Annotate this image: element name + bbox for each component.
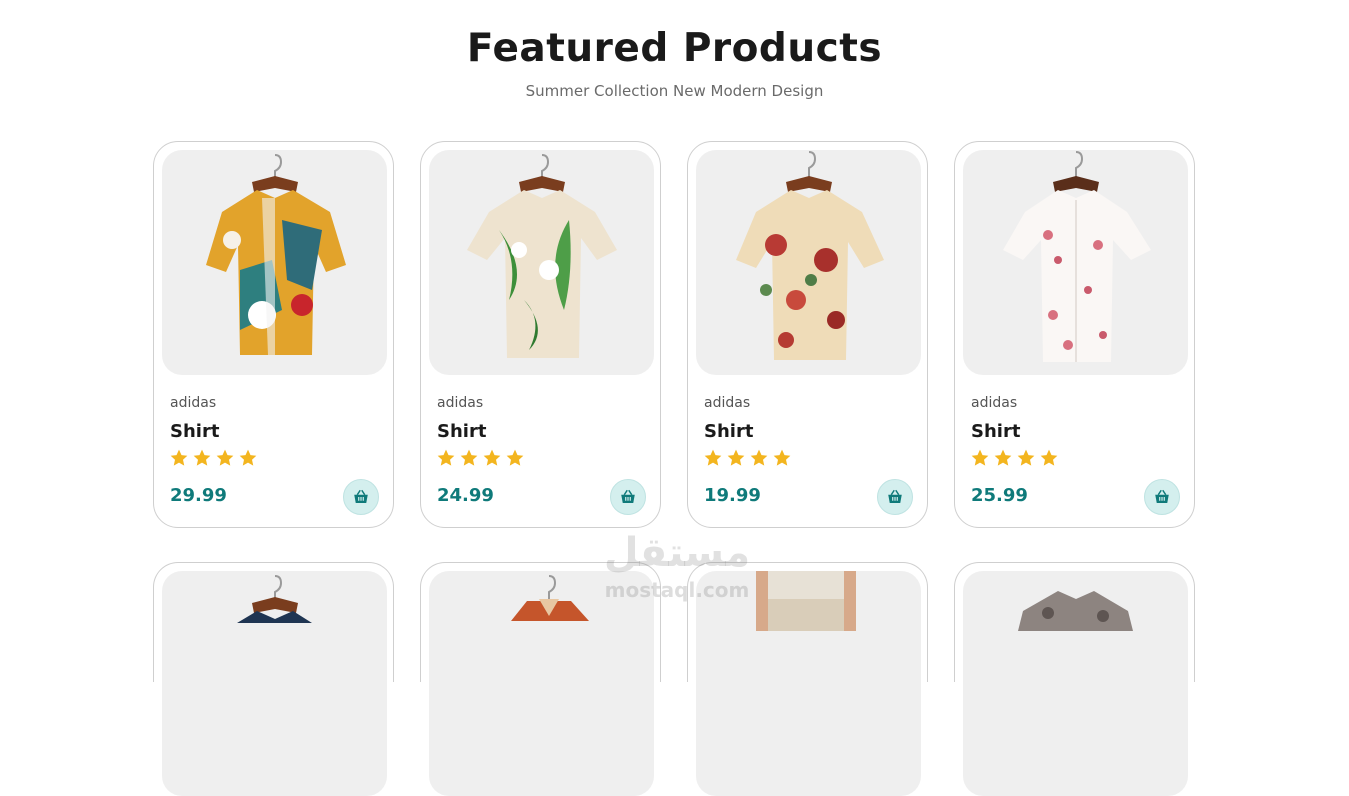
- product-price: 29.99: [170, 485, 227, 506]
- star-icon: [170, 449, 188, 466]
- basket-icon: [888, 489, 902, 503]
- product-brand: adidas: [437, 395, 484, 411]
- product-card[interactable]: adidas Shirt 24.99: [420, 141, 661, 528]
- add-to-cart-button[interactable]: [877, 479, 913, 515]
- product-rating: [436, 448, 525, 468]
- product-image[interactable]: [963, 150, 1188, 375]
- product-brand: adidas: [170, 395, 217, 411]
- add-to-cart-button[interactable]: [343, 479, 379, 515]
- product-card[interactable]: adidas Shirt 25.99: [954, 141, 1195, 528]
- star-icon: [483, 449, 501, 466]
- star-icon: [971, 449, 989, 466]
- product-card[interactable]: adidas Shirt 19.99: [687, 141, 928, 528]
- product-image[interactable]: [429, 150, 654, 375]
- star-icon: [437, 449, 455, 466]
- product-image[interactable]: [696, 571, 921, 796]
- star-icon: [994, 449, 1012, 466]
- star-icon: [460, 449, 478, 466]
- add-to-cart-button[interactable]: [610, 479, 646, 515]
- section-subtitle: Summer Collection New Modern Design: [525, 82, 824, 100]
- product-price: 25.99: [971, 485, 1028, 506]
- product-name[interactable]: Shirt: [437, 421, 486, 442]
- star-icon: [704, 449, 722, 466]
- product-card[interactable]: [153, 562, 394, 796]
- star-icon: [506, 449, 524, 466]
- star-icon: [1040, 449, 1058, 466]
- product-rating: [169, 448, 258, 468]
- star-icon: [216, 449, 234, 466]
- product-image[interactable]: [162, 571, 387, 796]
- basket-icon: [621, 489, 635, 503]
- basket-icon: [1155, 489, 1169, 503]
- product-name[interactable]: Shirt: [170, 421, 219, 442]
- product-card[interactable]: adidas Shirt 29.99: [153, 141, 394, 528]
- add-to-cart-button[interactable]: [1144, 479, 1180, 515]
- product-price: 24.99: [437, 485, 494, 506]
- star-icon: [727, 449, 745, 466]
- star-icon: [750, 449, 768, 466]
- product-image[interactable]: [429, 571, 654, 796]
- product-rating: [970, 448, 1059, 468]
- star-icon: [193, 449, 211, 466]
- product-image[interactable]: [696, 150, 921, 375]
- product-rating: [703, 448, 792, 468]
- product-image[interactable]: [963, 571, 1188, 796]
- product-card[interactable]: [954, 562, 1195, 796]
- product-name[interactable]: Shirt: [971, 421, 1020, 442]
- basket-icon: [354, 489, 368, 503]
- product-name[interactable]: Shirt: [704, 421, 753, 442]
- product-card[interactable]: [687, 562, 928, 796]
- section-title: Featured Products: [466, 26, 883, 71]
- star-icon: [1017, 449, 1035, 466]
- product-image[interactable]: [162, 150, 387, 375]
- star-icon: [773, 449, 791, 466]
- product-brand: adidas: [704, 395, 751, 411]
- star-icon: [239, 449, 257, 466]
- product-price: 19.99: [704, 485, 761, 506]
- product-card[interactable]: [420, 562, 661, 796]
- product-brand: adidas: [971, 395, 1018, 411]
